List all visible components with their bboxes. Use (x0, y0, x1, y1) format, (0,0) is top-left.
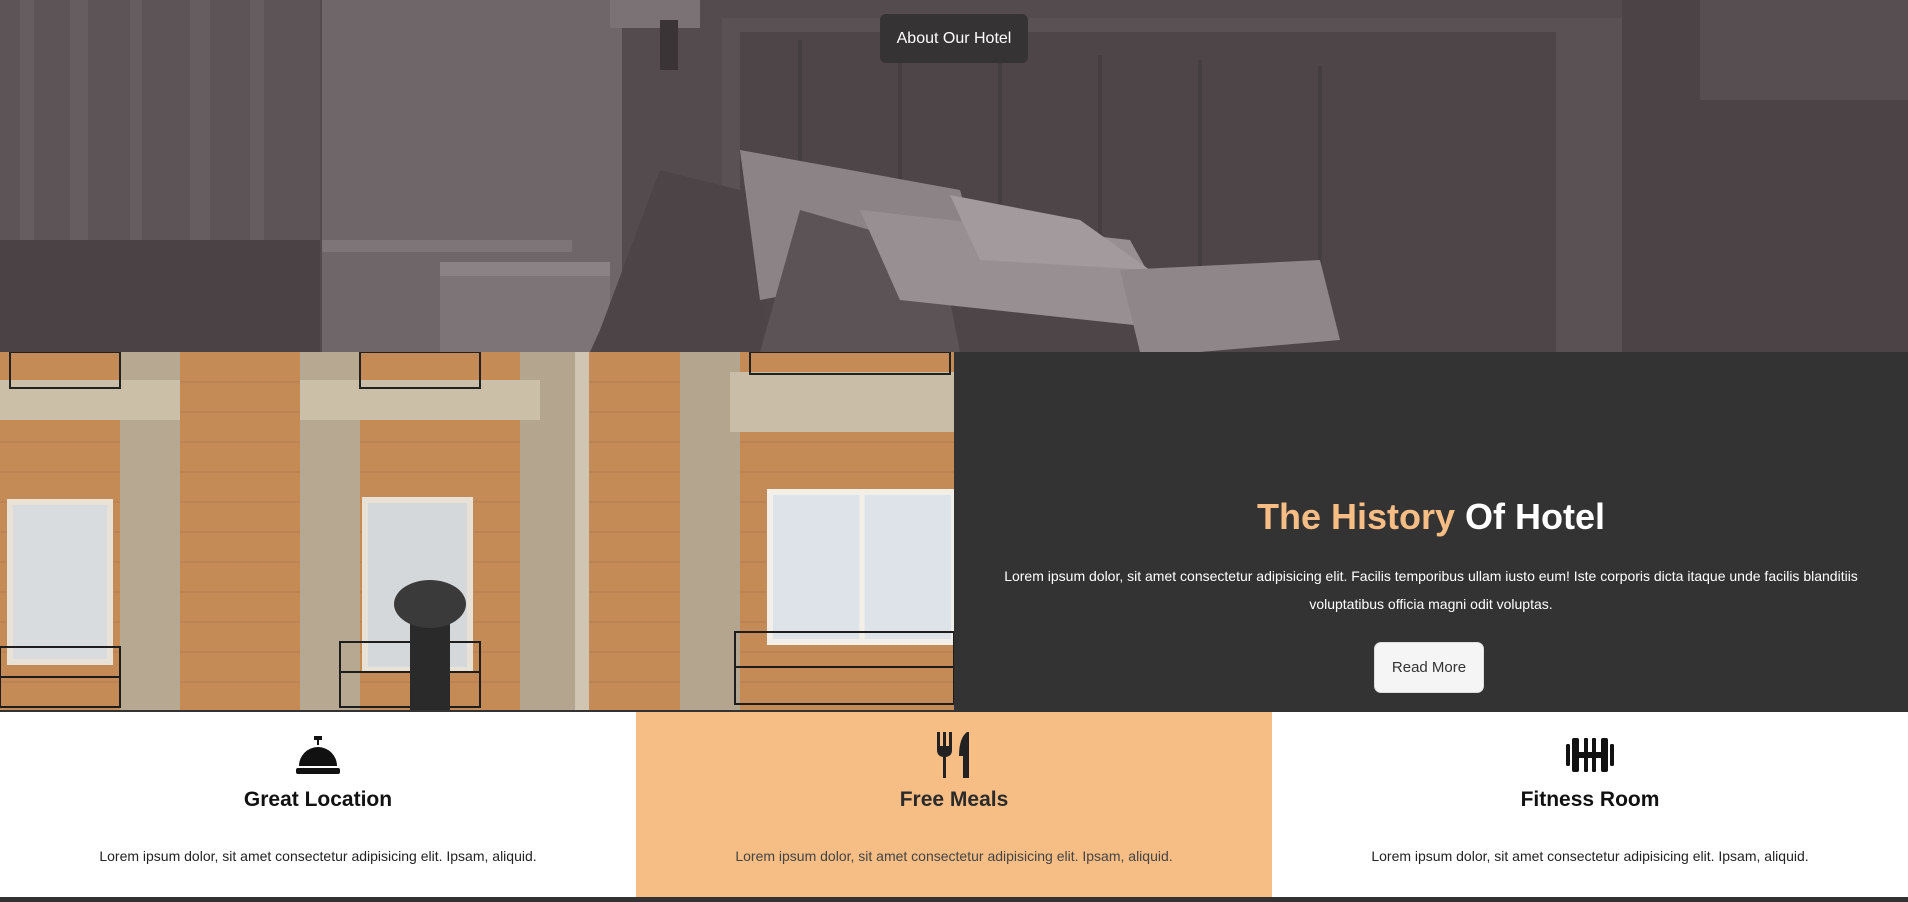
history-title: The History Of Hotel (954, 496, 1908, 538)
dumbbell-icon (1566, 738, 1614, 772)
feature-title: Free Meals (899, 788, 1009, 811)
history-section: The History Of Hotel Lorem ipsum dolor, … (0, 352, 1908, 712)
utensils-icon (937, 732, 969, 778)
feature-text: Lorem ipsum dolor, sit amet consectetur … (1371, 848, 1809, 864)
feature-card-fitness: Fitness Room Lorem ipsum dolor, sit amet… (1272, 712, 1908, 897)
history-text-panel: The History Of Hotel Lorem ipsum dolor, … (954, 352, 1908, 710)
feature-title: Great Location (243, 788, 393, 811)
history-title-accent: The History (1256, 496, 1456, 537)
features-section: Great Location Lorem ipsum dolor, sit am… (0, 712, 1908, 897)
feature-text: Lorem ipsum dolor, sit amet consectetur … (735, 848, 1173, 864)
hero-section: About Our Hotel (0, 0, 1908, 352)
concierge-bell-icon (296, 736, 340, 774)
feature-title: Fitness Room (1520, 788, 1660, 811)
history-title-rest: Of Hotel (1465, 496, 1606, 537)
feature-card-location: Great Location Lorem ipsum dolor, sit am… (0, 712, 636, 897)
feature-card-meals: Free Meals Lorem ipsum dolor, sit amet c… (636, 712, 1272, 897)
history-description: Lorem ipsum dolor, sit amet consectetur … (1004, 568, 1858, 612)
feature-text: Lorem ipsum dolor, sit amet consectetur … (99, 848, 537, 864)
hotel-facade-image (0, 352, 954, 710)
about-hotel-badge: About Our Hotel (880, 14, 1028, 63)
read-more-button[interactable]: Read More (1374, 642, 1484, 693)
